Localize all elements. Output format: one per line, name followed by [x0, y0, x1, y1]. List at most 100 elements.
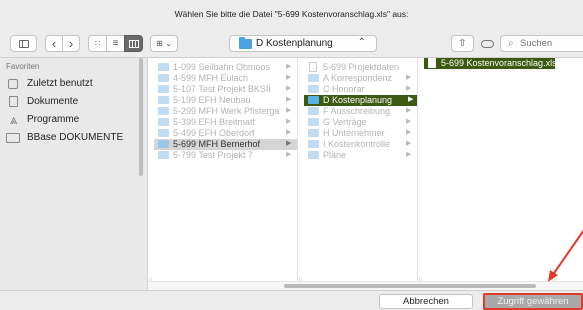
- path-popup[interactable]: D Kostenplanung ⌃: [229, 35, 377, 52]
- chevron-right-icon: ▶: [286, 129, 292, 136]
- title-bar: Wählen Sie bitte die Datei "5-699 Kosten…: [0, 0, 583, 26]
- folder-icon: [158, 85, 169, 93]
- folder-icon: [158, 140, 169, 148]
- list-item[interactable]: 5-799 Test Projekt 7 ▶: [158, 150, 294, 161]
- chevron-right-icon: ▶: [286, 151, 292, 158]
- folder-icon: [6, 132, 20, 143]
- list-item[interactable]: I Kostenkontrolle ▶: [308, 139, 414, 150]
- tag-icon: [480, 39, 494, 48]
- sidebar-item-documents[interactable]: Dokumente: [6, 94, 146, 109]
- list-item[interactable]: A Korrespondenz ▶: [308, 73, 414, 84]
- apps-icon: ⩓: [9, 111, 18, 127]
- folder-icon: [308, 74, 319, 82]
- list-item-selected[interactable]: 5-699 Kostenvoranschlag.xls: [424, 58, 557, 69]
- list-item[interactable]: 5-499 EFH Oberdorf ▶: [158, 128, 294, 139]
- search-field[interactable]: ⌕: [500, 35, 583, 52]
- search-input[interactable]: [520, 37, 583, 50]
- grid-icon: ∷: [94, 39, 101, 48]
- cancel-button[interactable]: Abbrechen: [379, 294, 473, 309]
- chevron-right-icon: ▶: [286, 118, 292, 125]
- chevron-right-icon: ▶: [286, 63, 292, 70]
- share-button[interactable]: ⇧: [451, 35, 474, 52]
- folder-icon: [308, 151, 319, 159]
- sidebar-item-label: Programme: [27, 114, 80, 125]
- chevron-right-icon: ▶: [286, 85, 292, 92]
- list-item[interactable]: H Unternehmer ▶: [308, 128, 414, 139]
- folder-icon: [158, 74, 169, 82]
- folder-icon: [158, 63, 169, 71]
- list-item[interactable]: 5-699 Projektdaten: [308, 62, 414, 73]
- list-item[interactable]: 5-299 MFH Werk Pfisterga ▶: [158, 106, 294, 117]
- chevron-right-icon: ▶: [286, 96, 292, 103]
- chevron-right-icon: ▶: [408, 96, 414, 103]
- document-icon: [309, 62, 317, 72]
- share-icon: ⇧: [458, 38, 467, 49]
- sidebar-header: Favoriten: [6, 62, 40, 71]
- column-view-button[interactable]: [124, 35, 143, 52]
- list-item[interactable]: F Ausschreibung ▶: [308, 106, 414, 117]
- folder-icon: [158, 96, 169, 104]
- folder-icon: [158, 107, 169, 115]
- folder-icon: [158, 129, 169, 137]
- bottom-bar: Abbrechen Zugriff gewähren: [0, 290, 583, 310]
- forward-button[interactable]: ›: [62, 35, 80, 52]
- folder-icon: [308, 107, 319, 115]
- chevron-right-icon: ▶: [406, 107, 412, 114]
- sidebar-toggle-icon: [18, 39, 29, 48]
- tag-button[interactable]: [480, 35, 494, 52]
- sidebar-item-label: Dokumente: [27, 96, 79, 107]
- columns-icon: [128, 39, 139, 48]
- chevron-right-icon: ▶: [406, 118, 412, 125]
- search-icon: ⌕: [508, 38, 514, 49]
- folder-icon: [308, 85, 319, 93]
- grant-access-button[interactable]: Zugriff gewähren: [483, 293, 583, 310]
- sidebar-scrollbar[interactable]: [139, 58, 143, 176]
- chevron-right-icon: ▶: [406, 85, 412, 92]
- chevron-updown-icon: ⌃: [357, 37, 366, 48]
- list-item[interactable]: C Honorar ▶: [308, 84, 414, 95]
- folder-icon: [308, 118, 319, 126]
- list-item[interactable]: 5-399 EFH Breitmatt ▶: [158, 117, 294, 128]
- scrollbar-thumb[interactable]: [284, 284, 536, 288]
- horizontal-scrollbar[interactable]: [148, 281, 583, 290]
- list-item[interactable]: 5-199 EFH Neubau ▶: [158, 95, 294, 106]
- list-item-selected[interactable]: 5-699 MFH Bernerhof ▶: [154, 139, 297, 150]
- browser-column-1: 1-099 Seilbahn Obmoos ▶ 4-599 MFH Eulach ▶…: [148, 58, 298, 290]
- chevron-right-icon: ▶: [286, 107, 292, 114]
- sidebar-item-label: Zuletzt benutzt: [27, 78, 93, 89]
- browser-column-2: 5-699 Projektdaten A Korrespondenz ▶ C Ho…: [298, 58, 418, 290]
- list-item[interactable]: G Verträge ▶: [308, 117, 414, 128]
- sidebar: Favoriten Zuletzt benutzt Dokumente ⩓ Pr…: [0, 58, 148, 290]
- dialog-title: Wählen Sie bitte die Datei "5-699 Kosten…: [174, 9, 409, 19]
- list-item[interactable]: 1-099 Seilbahn Obmoos ▶: [158, 62, 294, 73]
- path-label: D Kostenplanung: [256, 38, 333, 49]
- browser-column-3: 5-699 Kostenvoranschlag.xls || ||: [418, 58, 583, 290]
- back-button[interactable]: ‹: [45, 35, 63, 52]
- document-icon: [428, 58, 436, 68]
- chevron-right-icon: ▶: [406, 129, 412, 136]
- arrange-button[interactable]: ⊞ ⌄: [150, 35, 178, 52]
- chevron-right-icon: ▶: [406, 151, 412, 158]
- sidebar-item-recents[interactable]: Zuletzt benutzt: [6, 76, 146, 91]
- folder-icon: [308, 129, 319, 137]
- list-view-button[interactable]: ≡: [106, 35, 125, 52]
- folder-icon: [158, 118, 169, 126]
- chevron-right-icon: ›: [68, 35, 74, 51]
- icon-view-button[interactable]: ∷: [88, 35, 107, 52]
- folder-icon: [308, 96, 319, 104]
- folder-icon: [308, 140, 319, 148]
- toolbar: ‹ › ∷ ≡ ⊞ ⌄ D Kostenplanung ⌃ ⇧ ⌕: [0, 26, 583, 58]
- list-item[interactable]: 5-107 Test Projekt BKSII ▶: [158, 84, 294, 95]
- list-item[interactable]: 4-599 MFH Eulach ▶: [158, 73, 294, 84]
- sidebar-toggle-button[interactable]: [10, 35, 37, 52]
- sidebar-item-label: BBase DOKUMENTE: [27, 132, 124, 143]
- sidebar-item-bbase[interactable]: BBase DOKUMENTE: [6, 130, 146, 145]
- clock-icon: [8, 78, 18, 89]
- list-item-selected[interactable]: D Kostenplanung ▶: [304, 95, 417, 106]
- chevron-right-icon: ▶: [406, 140, 412, 147]
- sidebar-item-applications[interactable]: ⩓ Programme: [6, 112, 146, 127]
- arrange-grid-icon: ⊞ ⌄: [156, 39, 172, 48]
- list-item[interactable]: Pläne ▶: [308, 150, 414, 161]
- chevron-right-icon: ▶: [286, 74, 292, 81]
- chevron-left-icon: ‹: [51, 35, 57, 51]
